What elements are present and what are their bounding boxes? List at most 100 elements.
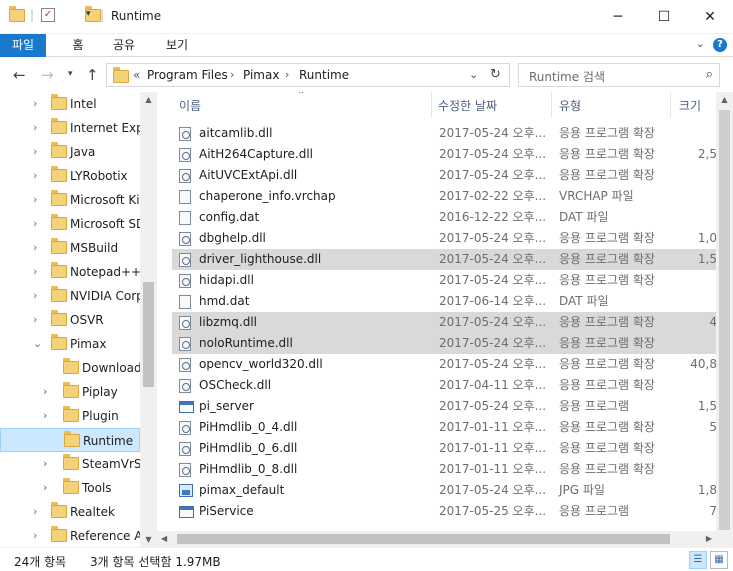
- tab-file[interactable]: 파일: [0, 34, 46, 57]
- column-size[interactable]: 크기: [679, 97, 701, 114]
- expand-icon[interactable]: ›: [43, 452, 47, 476]
- nav-item[interactable]: › Microsoft SD: [0, 212, 140, 236]
- nav-item[interactable]: › Intel: [0, 92, 140, 116]
- help-icon[interactable]: ?: [713, 38, 727, 52]
- breadcrumb-separator-icon[interactable]: ›: [230, 68, 234, 81]
- forward-icon[interactable]: →: [41, 66, 54, 84]
- breadcrumb-separator-icon[interactable]: ›: [285, 68, 289, 81]
- expand-icon[interactable]: ›: [33, 92, 37, 116]
- file-row[interactable]: AitUVCExtApi.dll 2017-05-24 오후... 응용 프로그램 …: [172, 165, 717, 186]
- expand-icon[interactable]: ›: [33, 188, 37, 212]
- back-icon[interactable]: ←: [13, 66, 26, 84]
- breadcrumb-program-files[interactable]: Program Files: [147, 68, 228, 82]
- close-button[interactable]: ✕: [687, 0, 733, 34]
- file-row[interactable]: hidapi.dll 2017-05-24 오후... 응용 프로그램 확장: [172, 270, 717, 291]
- column-name[interactable]: 이름: [179, 97, 201, 114]
- nav-item[interactable]: Download: [0, 356, 140, 380]
- file-row[interactable]: config.dat 2016-12-22 오후... DAT 파일: [172, 207, 717, 228]
- scroll-right-icon[interactable]: ▶: [706, 534, 712, 543]
- breadcrumb-overflow[interactable]: «: [133, 68, 140, 82]
- expand-icon[interactable]: ›: [43, 476, 47, 500]
- column-divider[interactable]: [431, 92, 432, 118]
- file-row[interactable]: OSCheck.dll 2017-04-11 오후... 응용 프로그램 확장: [172, 375, 717, 396]
- file-row[interactable]: PiService 2017-05-25 오후... 응용 프로그램 7: [172, 501, 717, 522]
- nav-item[interactable]: › Notepad++: [0, 260, 140, 284]
- file-row[interactable]: pimax_default 2017-05-24 오후... JPG 파일 1,8: [172, 480, 717, 501]
- file-row[interactable]: PiHmdlib_0_4.dll 2017-01-11 오후... 응용 프로그램 …: [172, 417, 717, 438]
- collapse-icon[interactable]: ⌄: [33, 332, 42, 356]
- scroll-up-icon[interactable]: ▲: [140, 95, 157, 104]
- expand-icon[interactable]: ›: [33, 260, 37, 284]
- nav-item[interactable]: › Internet Explo: [0, 116, 140, 140]
- nav-item[interactable]: › Realtek: [0, 500, 140, 524]
- refresh-icon[interactable]: ↻: [490, 67, 501, 82]
- nav-item[interactable]: › Java: [0, 140, 140, 164]
- nav-scrollbar[interactable]: ▲ ▼: [140, 92, 157, 547]
- tab-share[interactable]: 공유: [108, 34, 140, 57]
- expand-icon[interactable]: ›: [43, 380, 47, 404]
- properties-icon[interactable]: ✓: [41, 8, 55, 22]
- nav-item[interactable]: › Reference As: [0, 524, 140, 547]
- expand-icon[interactable]: ›: [33, 524, 37, 547]
- expand-icon[interactable]: ›: [33, 284, 37, 308]
- expand-icon[interactable]: ›: [33, 116, 37, 140]
- file-row[interactable]: hmd.dat 2017-06-14 오후... DAT 파일: [172, 291, 717, 312]
- breadcrumb-pimax[interactable]: Pimax: [243, 68, 279, 82]
- nav-item[interactable]: › Microsoft Kin: [0, 188, 140, 212]
- search-input[interactable]: Runtime 검색 ⌕: [518, 63, 720, 87]
- search-icon[interactable]: ⌕: [706, 67, 713, 82]
- file-row[interactable]: libzmq.dll 2017-05-24 오후... 응용 프로그램 확장 4: [172, 312, 717, 333]
- scroll-up-icon[interactable]: ▲: [716, 95, 733, 104]
- nav-item[interactable]: › OSVR: [0, 308, 140, 332]
- file-scrollbar-thumb[interactable]: [719, 110, 730, 530]
- tab-view[interactable]: 보기: [161, 34, 193, 57]
- nav-item[interactable]: › Plugin: [0, 404, 140, 428]
- nav-item[interactable]: › LYRobotix: [0, 164, 140, 188]
- expand-ribbon-icon[interactable]: ⌄: [696, 37, 705, 50]
- column-divider[interactable]: [551, 92, 552, 118]
- details-view-icon[interactable]: ☰: [689, 551, 707, 569]
- expand-icon[interactable]: ›: [33, 140, 37, 164]
- file-row[interactable]: dbghelp.dll 2017-05-24 오후... 응용 프로그램 확장 1,0: [172, 228, 717, 249]
- maximize-button[interactable]: ☐: [641, 0, 687, 34]
- nav-item[interactable]: › MSBuild: [0, 236, 140, 260]
- column-type[interactable]: 유형: [559, 97, 581, 114]
- horizontal-scrollbar[interactable]: ◀ ▶: [157, 531, 716, 547]
- quick-access-dropdown-icon[interactable]: ▾: [86, 9, 91, 19]
- scroll-down-icon[interactable]: ▼: [140, 535, 157, 544]
- file-row[interactable]: PiHmdlib_0_8.dll 2017-01-11 오후... 응용 프로그램 …: [172, 459, 717, 480]
- expand-icon[interactable]: ›: [33, 164, 37, 188]
- minimize-button[interactable]: ─: [595, 0, 641, 34]
- breadcrumb-runtime[interactable]: Runtime: [299, 68, 349, 82]
- nav-item[interactable]: › Piplay: [0, 380, 140, 404]
- nav-item[interactable]: › Tools: [0, 476, 140, 500]
- up-icon[interactable]: ↑: [86, 66, 99, 84]
- scroll-left-icon[interactable]: ◀: [161, 534, 167, 543]
- nav-item[interactable]: ⌄ Pimax: [0, 332, 140, 356]
- file-row[interactable]: PiHmdlib_0_6.dll 2017-01-11 오후... 응용 프로그램 …: [172, 438, 717, 459]
- nav-item[interactable]: › NVIDIA Corp: [0, 284, 140, 308]
- file-row[interactable]: noloRuntime.dll 2017-05-24 오후... 응용 프로그램 확…: [172, 333, 717, 354]
- nav-item[interactable]: Runtime: [0, 428, 140, 452]
- file-row[interactable]: pi_server 2017-05-24 오후... 응용 프로그램 1,5: [172, 396, 717, 417]
- expand-icon[interactable]: ›: [33, 236, 37, 260]
- file-scrollbar[interactable]: ▲: [716, 92, 733, 547]
- file-row[interactable]: AitH264Capture.dll 2017-05-24 오후... 응용 프로그…: [172, 144, 717, 165]
- expand-icon[interactable]: ›: [33, 212, 37, 236]
- nav-item[interactable]: › SteamVrSup: [0, 452, 140, 476]
- tab-home[interactable]: 홈: [64, 34, 92, 57]
- expand-icon[interactable]: ›: [33, 500, 37, 524]
- file-row[interactable]: driver_lighthouse.dll 2017-05-24 오후... 응용 …: [172, 249, 717, 270]
- file-row[interactable]: opencv_world320.dll 2017-05-24 오후... 응용 프로…: [172, 354, 717, 375]
- recent-locations-icon[interactable]: ▾: [68, 69, 73, 79]
- large-icons-view-icon[interactable]: ▦: [710, 551, 728, 569]
- file-row[interactable]: aitcamlib.dll 2017-05-24 오후... 응용 프로그램 확장: [172, 123, 717, 144]
- column-modified[interactable]: 수정한 날짜: [438, 97, 497, 114]
- nav-scrollbar-thumb[interactable]: [143, 282, 154, 387]
- file-row[interactable]: chaperone_info.vrchap 2017-02-22 오후... VRC…: [172, 186, 717, 207]
- column-divider[interactable]: [670, 92, 671, 118]
- expand-icon[interactable]: ›: [33, 308, 37, 332]
- address-dropdown-icon[interactable]: ⌄: [469, 68, 478, 81]
- horizontal-scrollbar-thumb[interactable]: [177, 534, 670, 544]
- expand-icon[interactable]: ›: [43, 404, 47, 428]
